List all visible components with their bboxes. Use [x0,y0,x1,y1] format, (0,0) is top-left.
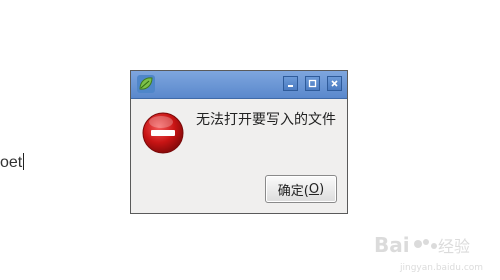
ok-suffix: ) [319,181,325,197]
ok-mnemonic: O [308,181,320,197]
baidu-jingyan-watermark: Bai 经验 jingyan.baidu.com [374,233,483,273]
screen: oet 无法打开要写入的文件 确定(O) Bai 经验 jingyan.ba… [0,0,500,280]
minimize-icon [288,85,293,87]
document-text-content: oet [0,154,23,171]
ok-button[interactable]: 确定(O) [265,175,337,203]
error-stop-icon [142,112,184,154]
error-message: 无法打开要写入的文件 [196,112,336,128]
svg-text:jingyan.baidu.com: jingyan.baidu.com [399,263,483,273]
ok-label: 确定( [277,183,309,199]
error-dialog: 无法打开要写入的文件 确定(O) [130,70,348,214]
svg-text:Bai: Bai [374,233,410,257]
text-caret [23,153,25,170]
close-icon [331,80,338,87]
dialog-titlebar[interactable] [131,71,347,99]
svg-text:经验: 经验 [438,237,470,256]
minimize-button[interactable] [283,76,298,91]
close-button[interactable] [327,76,342,91]
document-text[interactable]: oet [0,153,25,172]
maximize-icon [308,79,317,88]
maximize-button[interactable] [305,76,320,91]
leaf-app-icon [137,75,155,93]
